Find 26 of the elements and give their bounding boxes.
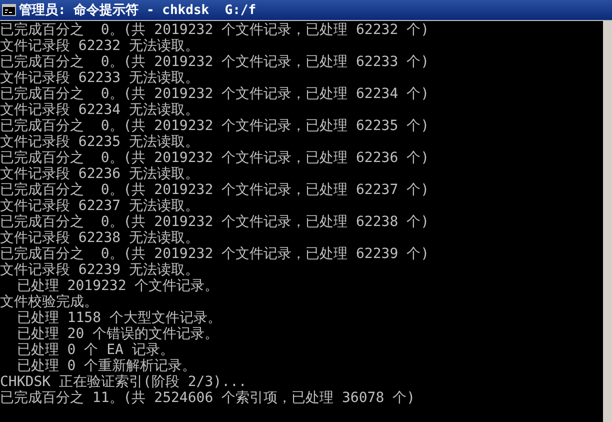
console-line: 文件记录段 62237 无法读取。 — [0, 198, 200, 214]
console-line: 已完成百分之 0。(共 2019232 个文件记录，已处理 62239 个) — [0, 246, 430, 262]
console-line: 已完成百分之 0。(共 2019232 个文件记录，已处理 62237 个) — [0, 182, 430, 198]
console-line: 文件记录段 62232 无法读取。 — [0, 38, 200, 54]
console-line: 已完成百分之 11。(共 2524606 个索引项，已处理 36078 个) — [0, 390, 416, 406]
console-line: 已完成百分之 0。(共 2019232 个文件记录，已处理 62232 个) — [0, 22, 430, 38]
console-line: 文件记录段 62236 无法读取。 — [0, 166, 200, 182]
console-line: 文件记录段 62233 无法读取。 — [0, 70, 200, 86]
console-line: 已完成百分之 0。(共 2019232 个文件记录，已处理 62233 个) — [0, 54, 430, 70]
console-line: 已处理 20 个错误的文件记录。 — [16, 326, 219, 342]
console-line: 文件记录段 62238 无法读取。 — [0, 230, 200, 246]
console-line: 文件记录段 62234 无法读取。 — [0, 102, 200, 118]
console-line: 文件记录段 62239 无法读取。 — [0, 262, 200, 278]
scrollbar[interactable] — [603, 21, 612, 422]
console-line: CHKDSK 正在验证索引(阶段 2/3)... — [0, 374, 247, 390]
console-line: 已处理 1158 个大型文件记录。 — [16, 310, 222, 326]
console-line: 已完成百分之 0。(共 2019232 个文件记录，已处理 62235 个) — [0, 118, 430, 134]
console-line: 文件记录段 62235 无法读取。 — [0, 134, 200, 150]
console-line: 已完成百分之 0。(共 2019232 个文件记录，已处理 62236 个) — [0, 150, 430, 166]
window-title: 管理员: 命令提示符 - chkdsk G:/f — [19, 2, 256, 19]
console-line: 文件校验完成。 — [0, 294, 98, 310]
console-line: 已处理 0 个重新解析记录。 — [16, 358, 196, 374]
console-line: 已完成百分之 0。(共 2019232 个文件记录，已处理 62234 个) — [0, 86, 430, 102]
console-line: 已处理 2019232 个文件记录。 — [16, 278, 219, 294]
console-line: 已处理 0 个 EA 记录。 — [16, 342, 174, 358]
console-line: 已完成百分之 0。(共 2019232 个文件记录，已处理 62238 个) — [0, 214, 430, 230]
